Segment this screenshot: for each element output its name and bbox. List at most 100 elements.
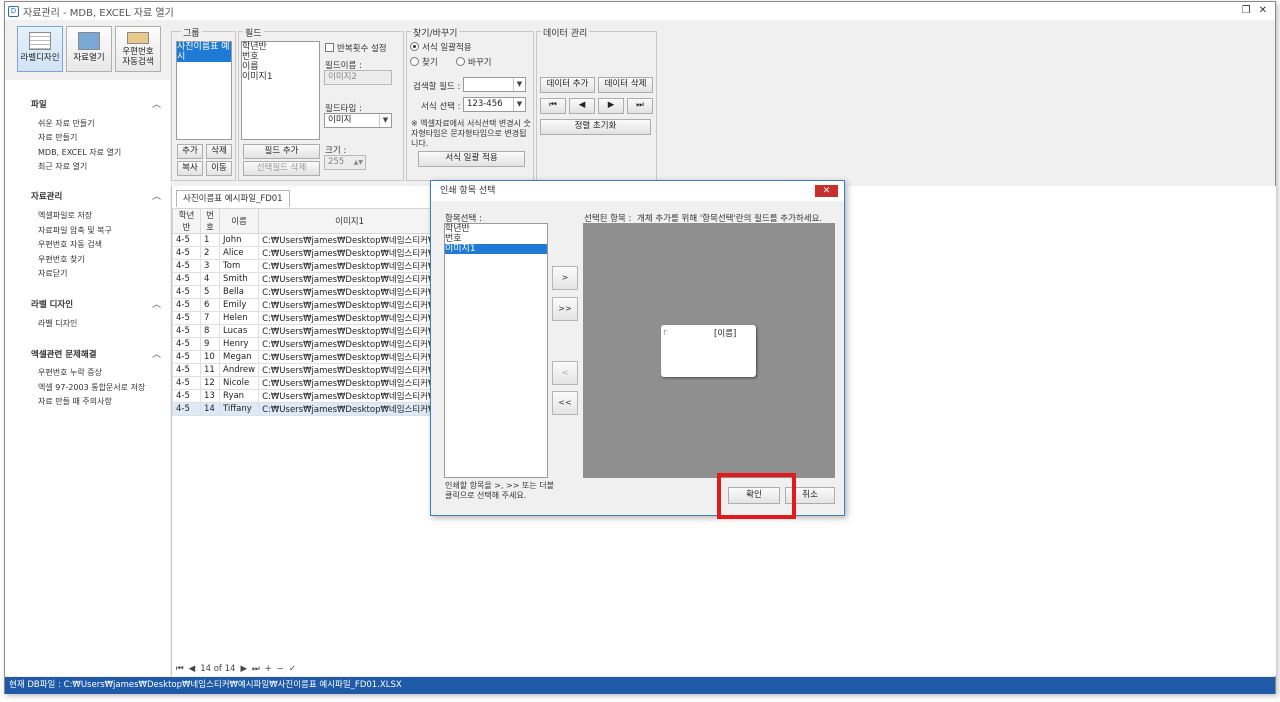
sidebar-item[interactable]: 우편번호 찾기: [38, 254, 85, 265]
chevron-up-icon[interactable]: ︿: [152, 97, 161, 110]
field-list[interactable]: 학년반 번호 이름 이미지1: [241, 41, 320, 140]
restore-icon[interactable]: ❐: [1242, 5, 1251, 16]
table-cell[interactable]: 10: [200, 350, 220, 364]
table-cell[interactable]: Tom: [218, 259, 260, 273]
chevron-up-icon[interactable]: ︿: [152, 189, 161, 202]
items-list-item[interactable]: 번호: [445, 234, 547, 244]
document-tab[interactable]: 사진이름표 예시파일_FD01: [176, 190, 290, 207]
sidebar-item[interactable]: 자료파일 압축 및 복구: [38, 225, 112, 236]
table-cell[interactable]: Megan: [218, 350, 260, 364]
delete-field-button[interactable]: 선택필드 삭제: [243, 161, 320, 176]
table-cell[interactable]: John: [218, 233, 260, 247]
stepper-arrows-icon[interactable]: ▲▼: [354, 156, 363, 169]
table-cell[interactable]: C:₩Users₩james₩Desktop₩네임스티커₩예시파일₩: [258, 402, 442, 416]
items-list[interactable]: 학년반 번호 이미지1: [444, 223, 548, 478]
nav-remove-icon[interactable]: −: [277, 664, 284, 674]
sidebar-item[interactable]: 라벨 디자인: [38, 318, 77, 329]
table-row[interactable]: 4-53TomC:₩Users₩james₩Desktop₩네임스티커₩예시파일…: [172, 259, 442, 273]
sidebar-item[interactable]: 최근 자료 열기: [38, 161, 87, 172]
chevron-up-icon[interactable]: ︿: [152, 347, 161, 360]
add-all-button[interactable]: >>: [552, 297, 578, 321]
table-row[interactable]: 4-56EmilyC:₩Users₩james₩Desktop₩네임스티커₩예시…: [172, 298, 442, 312]
field-type-select[interactable]: 이미지 ▼: [324, 113, 392, 128]
table-cell[interactable]: C:₩Users₩james₩Desktop₩네임스티커₩예시파일₩: [258, 272, 442, 286]
open-data-button[interactable]: 자료열기: [66, 26, 112, 72]
table-cell[interactable]: C:₩Users₩james₩Desktop₩네임스티커₩예시파일₩: [258, 233, 442, 247]
table-row[interactable]: 4-513RyanC:₩Users₩james₩Desktop₩네임스티커₩예시…: [172, 389, 442, 403]
items-list-item-selected[interactable]: 이미지1: [445, 244, 547, 254]
sidebar-section-data[interactable]: 자료관리: [31, 190, 62, 202]
table-row[interactable]: 4-510MeganC:₩Users₩james₩Desktop₩네임스티커₩예…: [172, 350, 442, 364]
repeat-checkbox[interactable]: [325, 43, 334, 52]
table-cell[interactable]: C:₩Users₩james₩Desktop₩네임스티커₩예시파일₩: [258, 324, 442, 338]
sidebar-item[interactable]: 자료 만들기: [38, 132, 77, 143]
table-row[interactable]: 4-5 12 Nicole C:₩Users₩james₩Desktop₩네임스티커₩…: [172, 376, 442, 390]
table-cell[interactable]: 4-5: [172, 246, 201, 260]
nav-next-icon[interactable]: ▶: [240, 664, 247, 674]
sidebar-section-file[interactable]: 파일: [31, 98, 47, 110]
table-cell[interactable]: 4-5: [172, 233, 201, 247]
table-cell[interactable]: Nicole: [218, 376, 260, 390]
table-cell[interactable]: 4-5: [172, 337, 201, 351]
field-list-item[interactable]: 번호: [242, 52, 319, 62]
table-cell[interactable]: C:₩Users₩james₩Desktop₩네임스티커₩예시파일₩: [258, 246, 442, 260]
column-header[interactable]: 이미지1: [258, 208, 442, 234]
prev-record-button[interactable]: ◀: [569, 98, 595, 114]
field-name-input[interactable]: 이미지2: [324, 70, 392, 85]
sidebar-item[interactable]: MDB, EXCEL 자료 열기: [38, 147, 121, 158]
group-delete-button[interactable]: 삭제: [206, 144, 232, 159]
sidebar-section-label[interactable]: 라벨 디자인: [31, 298, 73, 310]
nav-last-icon[interactable]: ⏭: [252, 664, 260, 674]
table-cell[interactable]: 5: [200, 285, 220, 299]
table-row[interactable]: 4-55BellaC:₩Users₩james₩Desktop₩네임스티커₩예시…: [172, 285, 442, 299]
table-cell[interactable]: Lucas: [218, 324, 260, 338]
table-row[interactable]: 4-58LucasC:₩Users₩james₩Desktop₩네임스티커₩예시…: [172, 324, 442, 338]
remove-one-button[interactable]: <: [552, 361, 578, 385]
group-move-button[interactable]: 이동: [206, 161, 232, 176]
table-row[interactable]: 4-5 11 Andrew C:₩Users₩james₩Desktop₩네임스티커₩…: [172, 363, 442, 377]
table-row[interactable]: 4-57HelenC:₩Users₩james₩Desktop₩네임스티커₩예시…: [172, 311, 442, 325]
table-cell[interactable]: 3: [200, 259, 220, 273]
field-list-item[interactable]: 이미지1: [242, 72, 319, 82]
table-cell[interactable]: 4-5: [172, 285, 201, 299]
table-row[interactable]: 4-54SmithC:₩Users₩james₩Desktop₩네임스티커₩예시…: [172, 272, 442, 286]
sidebar-item[interactable]: 엑셀 97-2003 통합문서로 저장: [38, 382, 145, 393]
last-record-button[interactable]: ⏭: [627, 98, 653, 114]
table-cell[interactable]: 4-5: [172, 272, 201, 286]
table-cell[interactable]: Helen: [218, 311, 260, 325]
close-icon[interactable]: ✕: [1259, 5, 1267, 16]
group-add-button[interactable]: 추가: [177, 144, 203, 159]
first-record-button[interactable]: ⏮: [540, 98, 566, 114]
group-copy-button[interactable]: 복사: [177, 161, 203, 176]
table-cell[interactable]: C:₩Users₩james₩Desktop₩네임스티커₩예시파일₩: [258, 259, 442, 273]
table-row[interactable]: 4-51JohnC:₩Users₩james₩Desktop₩네임스티커₩예시파…: [172, 233, 442, 247]
table-cell[interactable]: 4-5: [172, 402, 201, 416]
table-cell[interactable]: Henry: [218, 337, 260, 351]
table-cell[interactable]: Tiffany: [218, 402, 260, 416]
sidebar-item[interactable]: 우편번호 누락 증상: [38, 367, 102, 378]
dialog-close-button[interactable]: ✕: [815, 185, 838, 197]
apply-format-button[interactable]: 서식 일괄 적용: [418, 151, 525, 167]
sidebar-item[interactable]: 엑셀파일로 저장: [38, 210, 92, 221]
table-cell[interactable]: 2: [200, 246, 220, 260]
find-radio[interactable]: [410, 57, 419, 66]
table-cell[interactable]: C:₩Users₩james₩Desktop₩네임스티커₩예시파일₩: [258, 363, 442, 377]
add-field-button[interactable]: 필드 추가: [243, 144, 320, 159]
size-stepper[interactable]: 255 ▲▼: [324, 155, 366, 170]
column-header[interactable]: 학년반: [172, 208, 201, 234]
label-design-button[interactable]: 라벨디자인: [17, 26, 63, 72]
items-list-item[interactable]: 학년반: [445, 224, 547, 234]
reset-sort-button[interactable]: 정렬 초기화: [540, 119, 651, 135]
table-cell[interactable]: Bella: [218, 285, 260, 299]
table-cell[interactable]: 11: [200, 363, 220, 377]
table-cell[interactable]: 6: [200, 298, 220, 312]
field-list-item[interactable]: 이름: [242, 62, 319, 72]
table-row[interactable]: 4-52AliceC:₩Users₩james₩Desktop₩네임스티커₩예시…: [172, 246, 442, 260]
chevron-up-icon[interactable]: ︿: [152, 297, 161, 310]
sidebar-item[interactable]: 자료 만들 때 주의사항: [38, 396, 112, 407]
table-cell[interactable]: 12: [200, 376, 220, 390]
table-cell[interactable]: C:₩Users₩james₩Desktop₩네임스티커₩예시파일₩: [258, 350, 442, 364]
nav-add-icon[interactable]: +: [265, 664, 272, 674]
nav-confirm-icon[interactable]: ✓: [289, 664, 296, 674]
add-data-button[interactable]: 데이터 추가: [540, 77, 595, 93]
